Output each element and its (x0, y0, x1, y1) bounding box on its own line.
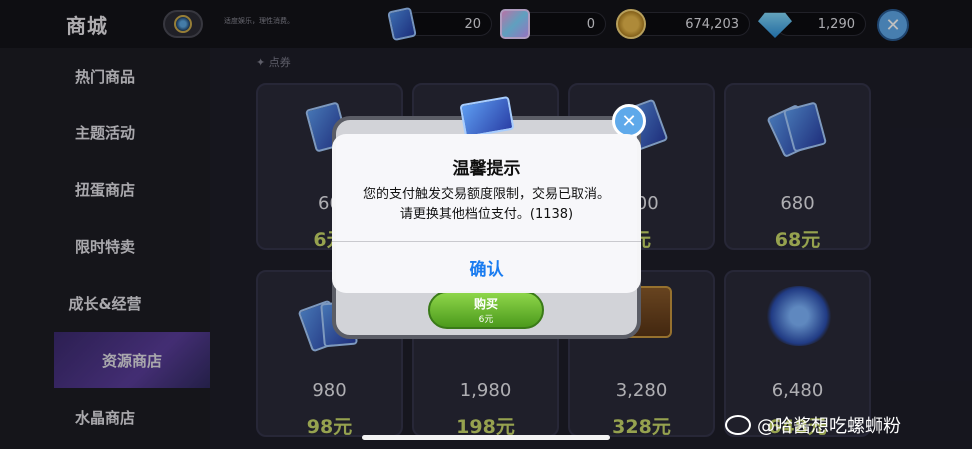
buy-button-label: 购买 (473, 297, 498, 311)
buy-button[interactable]: 购买 6元 (428, 291, 544, 329)
home-indicator[interactable] (362, 435, 610, 440)
weibo-logo-icon (725, 415, 751, 435)
alert-message: 您的支付触发交易额度限制，交易已取消。请更换其他档位支付。(1138) (362, 187, 610, 222)
buy-button-price: 6元 (478, 315, 494, 325)
alert-dialog: 温馨提示 您的支付触发交易额度限制，交易已取消。请更换其他档位支付。(1138)… (332, 134, 641, 293)
purchase-dialog-close-button[interactable]: ✕ (612, 104, 646, 138)
alert-title: 温馨提示 (452, 159, 521, 179)
confirm-button[interactable]: 确认 (332, 242, 641, 293)
watermark: @哈酱想吃螺蛳粉 (725, 412, 901, 438)
watermark-text: @哈酱想吃螺蛳粉 (757, 416, 901, 437)
close-icon: ✕ (621, 110, 637, 132)
